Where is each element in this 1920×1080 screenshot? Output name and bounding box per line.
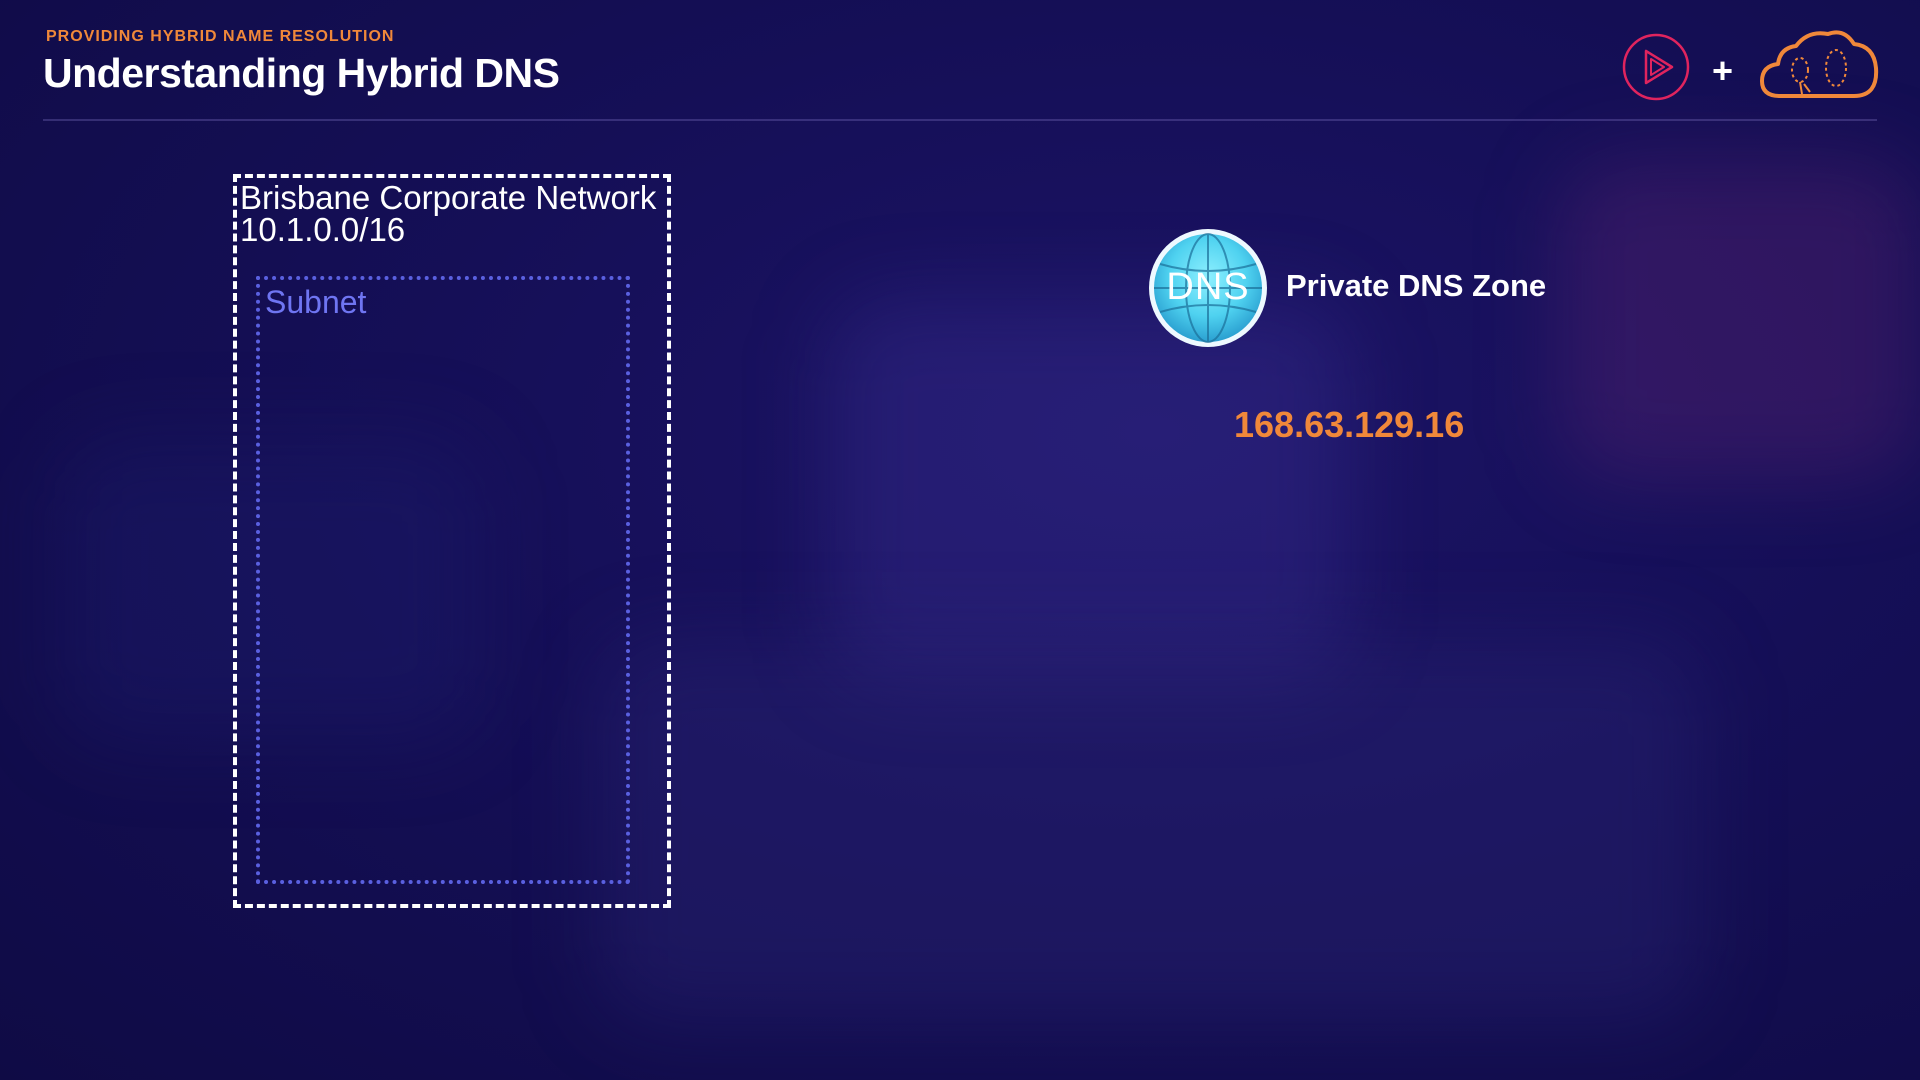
- header-divider: [43, 119, 1877, 121]
- network-name: Brisbane Corporate Network: [240, 179, 657, 216]
- private-dns-zone-label: Private DNS Zone: [1286, 268, 1547, 303]
- page-title: Understanding Hybrid DNS: [43, 50, 560, 96]
- subnet-label: Subnet: [265, 284, 367, 320]
- dns-icon-label: DNS: [1166, 266, 1250, 308]
- background-blur: [1560, 160, 1920, 480]
- play-logo-icon: [1622, 33, 1690, 101]
- subnet-boundary: [256, 276, 630, 884]
- cloud-logo-icon: [1760, 30, 1879, 98]
- section-eyebrow: PROVIDING HYBRID NAME RESOLUTION: [46, 28, 395, 45]
- plus-sign: +: [1712, 50, 1734, 91]
- dns-ip-address: 168.63.129.16: [1234, 404, 1465, 445]
- background-blur: [600, 640, 1700, 1020]
- network-cidr: 10.1.0.0/16: [240, 211, 406, 248]
- background-blur: [830, 300, 1350, 680]
